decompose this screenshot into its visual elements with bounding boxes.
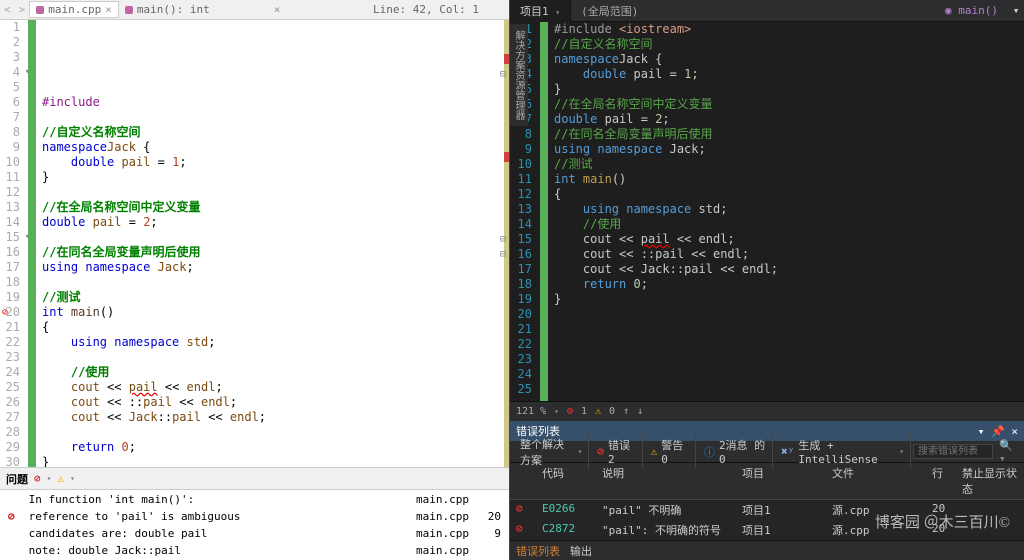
error-filter-icon[interactable]: ⊘ bbox=[34, 472, 41, 485]
problem-row[interactable]: candidates are: double pailmain.cpp9 bbox=[2, 526, 507, 541]
warn-count-icon[interactable]: ⚠ bbox=[595, 406, 601, 417]
close-icon[interactable]: × bbox=[105, 3, 112, 16]
file-tab[interactable]: main.cpp× bbox=[29, 1, 119, 18]
bottom-tab-output[interactable]: 输出 bbox=[570, 543, 592, 559]
func-icon bbox=[125, 6, 133, 14]
error-toolbar: 整个解决方案 ▾ ⊘错误 2 ⚠警告 0 ⓘ2消息 的 0 ✖ʸ生成 + Int… bbox=[510, 441, 1024, 463]
zoom-level[interactable]: 121 % bbox=[516, 406, 546, 417]
pin-icon[interactable]: ▾ 📌 bbox=[978, 425, 1005, 438]
nav-fwd[interactable]: > bbox=[15, 3, 30, 16]
problems-table[interactable]: In function 'int main()':main.cpp ⊘refere… bbox=[0, 490, 509, 560]
problems-panel: 问题 ⊘▾ ⚠▾ In function 'int main()':main.c… bbox=[0, 467, 509, 560]
solution-explorer-tab[interactable]: 解决方案资源管理器 bbox=[510, 24, 528, 126]
error-list-panel: 错误列表 ▾ 📌 × 整个解决方案 ▾ ⊘错误 2 ⚠警告 0 ⓘ2消息 的 0… bbox=[510, 421, 1024, 560]
func-crumb-r[interactable]: ◉ main() bbox=[935, 4, 1008, 17]
problems-tab[interactable]: 问题 bbox=[6, 471, 28, 487]
left-gutter: 123▾4567891011121314▾1516171819⊘20212223… bbox=[0, 20, 36, 467]
bottom-tab-errors[interactable]: 错误列表 bbox=[516, 543, 560, 559]
problem-row[interactable]: note: double Jack::pailmain.cpp bbox=[2, 543, 507, 558]
warn-filter-icon[interactable]: ⚠ bbox=[57, 472, 64, 485]
left-editor-pane: < > main.cpp× main(): int × Line: 42, Col… bbox=[0, 0, 510, 560]
left-code[interactable]: #include //自定义名称空间namespaceJack { double… bbox=[36, 20, 509, 467]
cursor-pos: Line: 42, Col: 1 bbox=[373, 3, 509, 16]
right-editor-pane: 项目1 ▾ (全局范围) ◉ main() ▾ 123⊟456789101112… bbox=[510, 0, 1024, 560]
right-code[interactable]: #include <iostream>//自定义名称空间namespaceJac… bbox=[548, 22, 1024, 401]
split-icon[interactable]: ▾ bbox=[1008, 4, 1024, 17]
problem-row[interactable]: In function 'int main()':main.cpp bbox=[2, 492, 507, 507]
error-search-input[interactable] bbox=[913, 444, 993, 459]
close-panel-icon[interactable]: × bbox=[1011, 425, 1018, 438]
project-tab[interactable]: 项目1 ▾ bbox=[510, 0, 571, 22]
error-columns[interactable]: 代码说明项目文件行禁止显示状态 bbox=[510, 463, 1024, 500]
down-icon[interactable]: ↓ bbox=[637, 406, 643, 417]
cpp-icon bbox=[36, 6, 44, 14]
func-crumb[interactable]: main(): int bbox=[137, 3, 210, 16]
left-tabbar: < > main.cpp× main(): int × Line: 42, Col… bbox=[0, 0, 509, 20]
search-dropdown-icon[interactable]: 🔍▾ bbox=[995, 439, 1020, 465]
right-editor[interactable]: 123⊟4567891011121314⊟15⊟1617181920212223… bbox=[510, 22, 1024, 401]
up-icon[interactable]: ↑ bbox=[623, 406, 629, 417]
error-count-icon[interactable]: ⊘ bbox=[567, 406, 573, 417]
problem-row[interactable]: ⊘reference to 'pail' is ambiguousmain.cp… bbox=[2, 509, 507, 524]
right-tabbar: 项目1 ▾ (全局范围) ◉ main() ▾ bbox=[510, 0, 1024, 22]
left-editor[interactable]: 123▾4567891011121314▾1516171819⊘20212223… bbox=[0, 20, 509, 467]
scope-crumb[interactable]: (全局范围) bbox=[571, 3, 935, 19]
zoom-bar: 121 %▾ ⊘1 ⚠0 ↑↓ bbox=[510, 401, 1024, 421]
nav-back[interactable]: < bbox=[0, 3, 15, 16]
watermark: 博客园 ＠木三百川© bbox=[875, 511, 1010, 532]
